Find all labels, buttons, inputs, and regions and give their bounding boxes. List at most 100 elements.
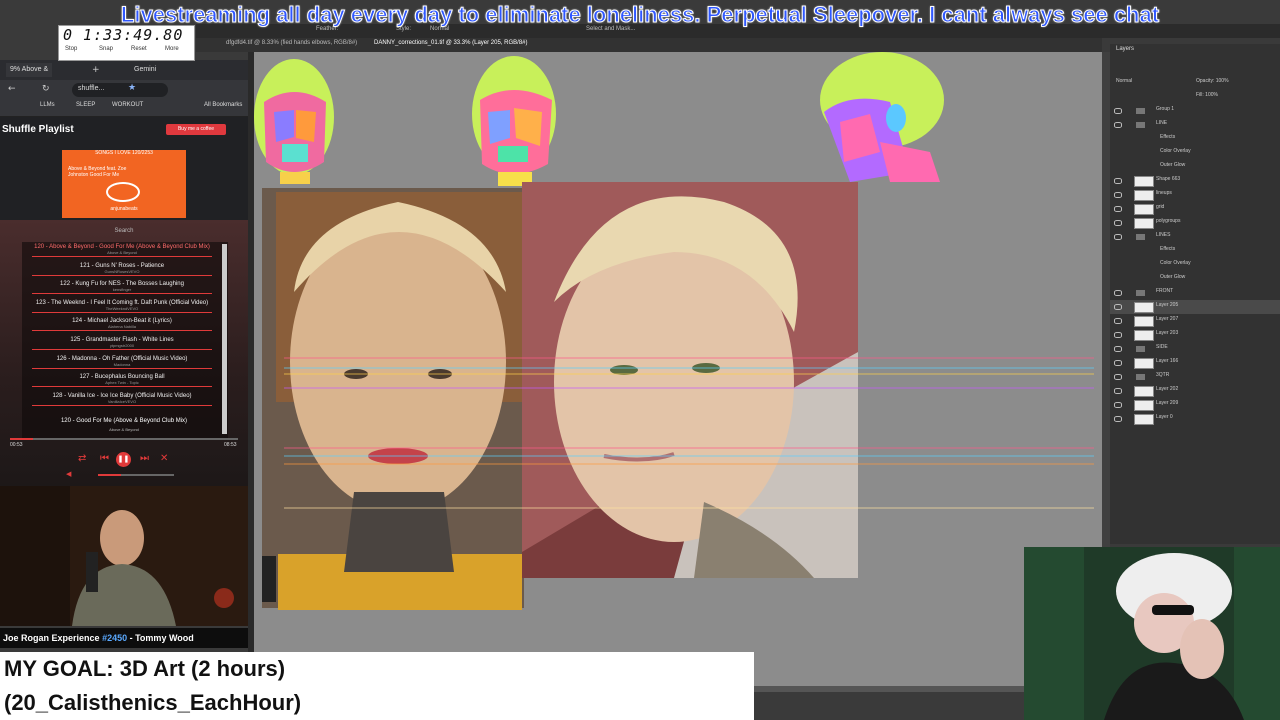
layer-row[interactable]: Layer 209	[1110, 398, 1280, 412]
visibility-eye-icon[interactable]	[1114, 332, 1122, 338]
goal-overlay: MY GOAL: 3D Art (2 hours) (20_Calistheni…	[0, 652, 754, 720]
layer-row[interactable]: Group 1	[1110, 104, 1280, 118]
ps-canvas[interactable]	[254, 52, 1102, 692]
song-item[interactable]: 124 - Michael Jackson-Beat it (Lyrics) Al…	[22, 318, 222, 332]
browser-tab-gemini[interactable]: Gemini	[130, 63, 160, 77]
podcast-episode[interactable]: #2450	[102, 633, 127, 643]
stopwatch-time: 0 1:33:49.80	[63, 26, 184, 44]
song-item[interactable]: 120 - Above & Beyond - Good For Me (Abov…	[22, 244, 222, 257]
visibility-eye-icon[interactable]	[1114, 318, 1122, 324]
visibility-eye-icon[interactable]	[1114, 220, 1122, 226]
goal-line-2: (20_Calisthenics_EachHour)	[4, 690, 302, 715]
progress-track[interactable]	[10, 438, 238, 440]
all-bookmarks[interactable]: All Bookmarks	[204, 102, 242, 108]
buy-coffee-button[interactable]: Buy me a coffee	[166, 124, 226, 135]
doc-tab-1[interactable]: dfgdfd4.tif @ 8.33% (fied hands elbows, …	[226, 40, 357, 46]
layer-row[interactable]: Effects	[1110, 244, 1280, 258]
layer-row[interactable]: Layer 0	[1110, 412, 1280, 426]
layer-row[interactable]: LINES	[1110, 230, 1280, 244]
visibility-eye-icon[interactable]	[1114, 178, 1122, 184]
visibility-eye-icon[interactable]	[1114, 192, 1122, 198]
layer-row[interactable]: grid	[1110, 202, 1280, 216]
layer-row[interactable]: Layer 207	[1110, 314, 1280, 328]
visibility-eye-icon[interactable]	[1114, 416, 1122, 422]
doc-tab-2[interactable]: DANNY_corrections_01.tif @ 33.3% (Layer …	[374, 40, 528, 46]
bookmark-llms[interactable]: LLMs	[40, 102, 55, 108]
browser-tabstrip: 9% Above & Gemini +	[0, 60, 248, 80]
song-item[interactable]: 128 - Vanilla Ice - Ice Ice Baby (Offici…	[22, 393, 222, 406]
new-tab-icon[interactable]: +	[92, 65, 100, 75]
previous-icon[interactable]: ⏮	[100, 452, 109, 466]
webcam-feed	[1024, 547, 1280, 720]
layer-row[interactable]: Outer Glow	[1110, 160, 1280, 174]
blend-mode-select[interactable]: Normal	[1116, 78, 1132, 84]
layer-row[interactable]: lineups	[1110, 188, 1280, 202]
playlist-scrollbar[interactable]	[222, 244, 227, 434]
song-item[interactable]: 127 - Bucephalus Bouncing Ball Aphex Twin…	[22, 374, 222, 388]
layer-row[interactable]: Color Overlay	[1110, 258, 1280, 272]
address-field[interactable]: shuffle...	[72, 83, 168, 97]
layer-thumbnail	[1134, 330, 1154, 341]
layer-row[interactable]: Layer 166	[1110, 356, 1280, 370]
layer-row[interactable]: 3QTR	[1110, 370, 1280, 384]
browser-tab-active[interactable]: 9% Above &	[6, 63, 53, 77]
reset-button[interactable]: Reset	[131, 46, 147, 52]
layer-row[interactable]: Layer 203	[1110, 328, 1280, 342]
back-icon[interactable]: ←	[8, 84, 16, 94]
reload-icon[interactable]: ↻	[42, 84, 50, 94]
visibility-eye-icon[interactable]	[1114, 304, 1122, 310]
repeat-icon[interactable]: ⇄	[78, 452, 86, 466]
layer-row[interactable]: polygroups	[1110, 216, 1280, 230]
song-artist: TheWeekndVEVO	[105, 305, 139, 311]
snap-button[interactable]: Snap	[99, 46, 113, 52]
layer-row[interactable]: Outer Glow	[1110, 272, 1280, 286]
layer-row[interactable]: Layer 202	[1110, 384, 1280, 398]
visibility-eye-icon[interactable]	[1114, 360, 1122, 366]
visibility-eye-icon[interactable]	[1114, 206, 1122, 212]
visibility-eye-icon[interactable]	[1114, 290, 1122, 296]
song-item[interactable]: 121 - Guns N' Roses - Patience GunsNRoses…	[22, 263, 222, 276]
layer-row[interactable]: FRONT	[1110, 286, 1280, 300]
song-item[interactable]: 123 - The Weeknd - I Feel It Coming ft. …	[22, 300, 222, 313]
goal-line-1: MY GOAL: 3D Art (2 hours)	[4, 656, 286, 681]
visibility-eye-icon[interactable]	[1114, 374, 1122, 380]
bookmark-star-icon[interactable]: ★	[128, 83, 136, 93]
canvas-hscrollbar[interactable]	[754, 686, 1024, 692]
pause-button[interactable]: ❚❚	[116, 452, 131, 467]
visibility-eye-icon[interactable]	[1114, 346, 1122, 352]
layer-thumbnail	[1134, 316, 1154, 327]
next-icon[interactable]: ⏭	[140, 452, 149, 466]
layer-row[interactable]: LINE	[1110, 118, 1280, 132]
visibility-eye-icon[interactable]	[1114, 388, 1122, 394]
layer-name: Layer 209	[1156, 400, 1179, 406]
folder-icon	[1136, 346, 1145, 352]
layer-row[interactable]: Shape 663	[1110, 174, 1280, 188]
search-input[interactable]: Search	[0, 228, 248, 234]
stopwatch: 0 1:33:49.80 Stop Snap Reset More	[58, 25, 195, 61]
song-item[interactable]: 122 - Kung Fu for NES - The Bosses Laugh…	[22, 281, 222, 295]
layer-row[interactable]: SIDE	[1110, 342, 1280, 356]
opacity-field[interactable]: Opacity: 100%	[1196, 78, 1229, 84]
bookmark-workout[interactable]: WORKOUT	[112, 102, 143, 108]
song-item[interactable]: 125 - Grandmaster Flash - White Lines ytp…	[22, 337, 222, 350]
more-button[interactable]: More	[165, 46, 179, 52]
layer-row[interactable]: Color Overlay	[1110, 146, 1280, 160]
layer-name: Outer Glow	[1160, 162, 1186, 168]
progress-fill	[10, 438, 33, 440]
stop-button[interactable]: Stop	[65, 46, 77, 52]
layer-row[interactable]: Effects	[1110, 132, 1280, 146]
layer-name: LINE	[1156, 120, 1168, 126]
layer-row[interactable]: Layer 205	[1110, 300, 1280, 314]
visibility-eye-icon[interactable]	[1114, 402, 1122, 408]
bookmark-sleep[interactable]: SLEEP	[76, 102, 95, 108]
folder-icon	[1136, 374, 1145, 380]
visibility-eye-icon[interactable]	[1114, 108, 1122, 114]
anjunabeats-logo-icon	[106, 182, 140, 202]
visibility-eye-icon[interactable]	[1114, 122, 1122, 128]
volume-icon[interactable]: ◀	[66, 470, 71, 478]
fill-field[interactable]: Fill: 100%	[1196, 92, 1218, 98]
visibility-eye-icon[interactable]	[1114, 234, 1122, 240]
shuffle-icon[interactable]: ✕	[160, 452, 168, 466]
podcast-show: Joe Rogan Experience	[3, 633, 100, 643]
song-item[interactable]: 126 - Madonna - Oh Father (Official Musi…	[22, 356, 222, 369]
